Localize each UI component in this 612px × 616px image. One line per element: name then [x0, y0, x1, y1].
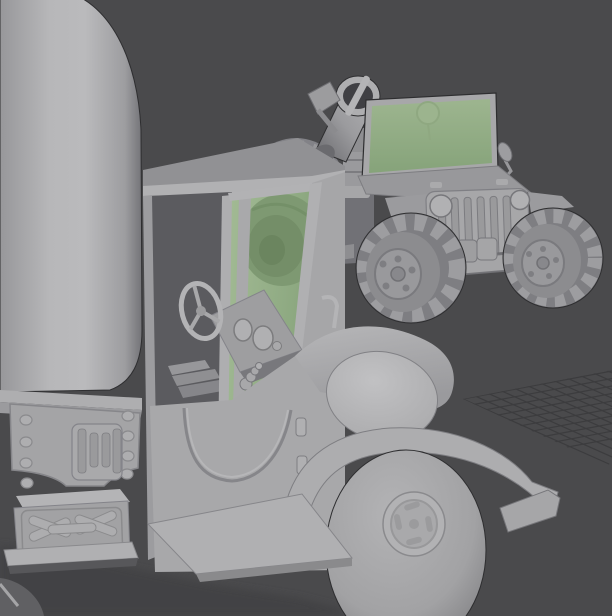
- viewport[interactable]: [0, 0, 612, 616]
- scene-canvas[interactable]: [0, 0, 612, 616]
- toolbox: [3, 489, 139, 574]
- hub: [536, 256, 550, 270]
- lug-hole: [382, 282, 390, 290]
- jeep-front-right-wheel: [502, 207, 604, 309]
- hood-hinge: [430, 182, 442, 188]
- rivet: [120, 468, 134, 480]
- lug-hole: [394, 255, 402, 263]
- rivet: [121, 430, 135, 442]
- lug-hole: [402, 284, 410, 292]
- hood-hinge: [496, 179, 508, 185]
- lug-hole: [546, 273, 552, 279]
- tinted-jeep-hub: [259, 235, 285, 265]
- vent-bar: [89, 432, 99, 468]
- rivet: [20, 477, 34, 489]
- jeep-headlight-right: [509, 189, 531, 211]
- hub: [390, 266, 406, 282]
- bumper-box: [476, 237, 498, 261]
- lug-hole: [540, 246, 546, 252]
- rivet: [19, 436, 33, 448]
- rivet: [121, 410, 135, 422]
- jeep-windshield: [361, 92, 499, 181]
- door-hinge: [295, 417, 307, 437]
- vent-bar: [77, 428, 87, 474]
- lug-hole: [553, 257, 559, 263]
- jeep-headlight-left: [429, 194, 453, 218]
- x-brace-bar: [47, 522, 97, 535]
- gauge: [233, 318, 253, 342]
- rivet: [19, 414, 33, 426]
- truck-tank: [0, 0, 143, 393]
- jeep-front-left-wheel: [355, 212, 467, 324]
- vent-bar: [101, 432, 111, 468]
- lug-hole: [526, 251, 532, 257]
- vent-bar: [112, 428, 122, 474]
- lug-hole: [408, 266, 416, 274]
- glass-detail-circle: [416, 101, 440, 125]
- dash-knob: [272, 341, 282, 351]
- gauge: [252, 325, 274, 351]
- lug-hole: [379, 260, 387, 268]
- hubcap-center: [409, 519, 419, 529]
- hubcap: [382, 491, 446, 557]
- rivet: [19, 457, 33, 469]
- lever-knob: [255, 362, 263, 370]
- rivet: [121, 450, 135, 462]
- lug-hole: [528, 271, 534, 277]
